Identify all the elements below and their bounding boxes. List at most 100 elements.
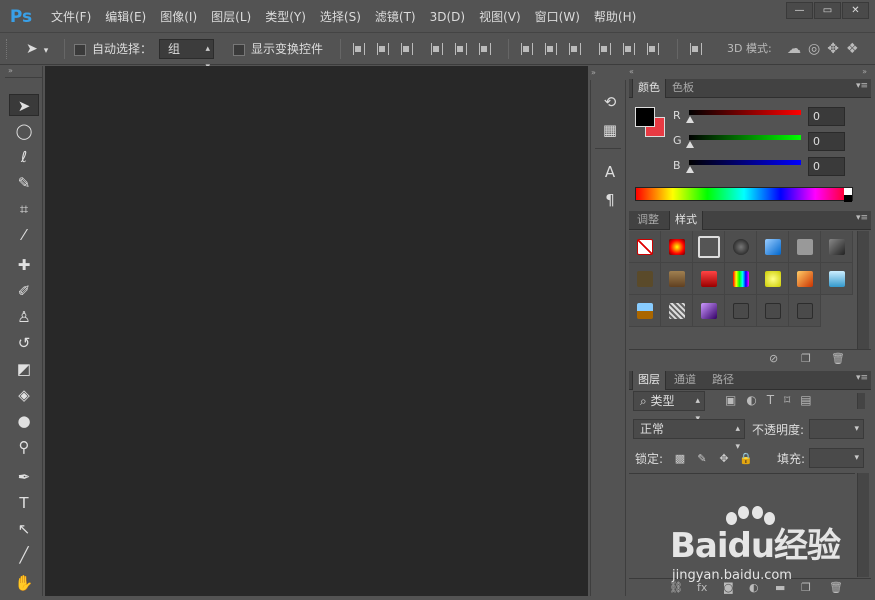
tab-channels[interactable]: 通道 [669,371,701,390]
dodge-tool-icon[interactable]: ⚲ [9,436,39,458]
align-right-icon[interactable] [476,41,492,57]
menu-window[interactable]: 窗口(W) [528,6,587,28]
style-swatch[interactable] [757,231,789,263]
tab-layers[interactable]: 图层 [632,371,666,390]
style-swatch-none[interactable] [629,231,661,263]
style-swatch[interactable] [789,263,821,295]
r-slider-thumb[interactable] [686,116,694,123]
lock-transparent-icon[interactable]: ▩ [673,452,687,466]
align-vcenter-icon[interactable] [374,41,390,57]
lasso-tool-icon[interactable]: ℓ [9,146,39,168]
menu-file[interactable]: 文件(F) [44,6,98,28]
g-slider-thumb[interactable] [686,141,694,148]
restore-button[interactable]: ▭ [814,2,841,19]
menu-filter[interactable]: 滤镜(T) [368,6,423,28]
layer-filter-icons[interactable]: ▣◐T⌑▤ [725,393,822,407]
panel-menu-icon[interactable]: ▾≡ [856,81,868,91]
dock-collapse-icon[interactable]: « [629,66,634,78]
style-swatch[interactable] [821,263,853,295]
menu-3d[interactable]: 3D(D) [423,6,472,28]
lock-image-icon[interactable]: ✎ [695,452,709,466]
history-brush-tool-icon[interactable]: ↺ [9,332,39,354]
style-swatch[interactable] [757,263,789,295]
show-transform-checkbox[interactable] [233,43,245,56]
eraser-tool-icon[interactable]: ◩ [9,358,39,380]
style-swatch[interactable] [789,231,821,263]
menu-select[interactable]: 选择(S) [313,6,368,28]
opacity-input[interactable]: ▾ [809,419,864,439]
foreground-color-swatch[interactable] [635,107,655,127]
menu-help[interactable]: 帮助(H) [587,6,643,28]
align-top-icon[interactable] [350,41,366,57]
paragraph-panel-icon[interactable]: ¶ [600,190,620,210]
dock-expand-icon[interactable]: » [862,66,867,78]
distribute-bottom-icon[interactable] [566,41,582,57]
eyedropper-tool-icon[interactable]: ⁄ [9,224,39,246]
history-panel-icon[interactable]: ⟲ [600,92,620,112]
tab-swatches[interactable]: 色板 [667,79,699,98]
tab-color[interactable]: 颜色 [632,79,666,98]
menu-image[interactable]: 图像(I) [153,6,204,28]
g-value-input[interactable]: 0 [808,132,845,151]
path-select-tool-icon[interactable]: ↖ [9,518,39,540]
lock-position-icon[interactable]: ✥ [717,452,731,466]
style-swatch[interactable] [757,295,789,327]
character-panel-icon[interactable]: A [600,162,620,182]
distribute-top-icon[interactable] [518,41,534,57]
blur-tool-icon[interactable]: ● [9,410,39,432]
style-swatch[interactable] [725,263,757,295]
style-swatch[interactable] [661,263,693,295]
g-slider-track[interactable] [689,135,801,140]
distribute-hcenter-icon[interactable] [620,41,636,57]
align-left-icon[interactable] [428,41,444,57]
tab-adjustments[interactable]: 调整 [632,211,664,230]
menu-layer[interactable]: 图层(L) [204,6,258,28]
lock-all-icon[interactable]: 🔒 [739,452,753,466]
align-hcenter-icon[interactable] [452,41,468,57]
menu-view[interactable]: 视图(V) [472,6,528,28]
crop-tool-icon[interactable]: ⌗ [9,198,39,220]
stamp-tool-icon[interactable]: ♙ [9,306,39,328]
3d-mode-icons[interactable]: ☁◎✥❖ [787,40,866,58]
style-swatch[interactable] [725,295,757,327]
document-canvas[interactable] [45,66,588,596]
pen-tool-icon[interactable]: ✒ [9,466,39,488]
quick-select-tool-icon[interactable]: ✎ [9,172,39,194]
black-white-swatch[interactable] [844,188,852,202]
panel-menu-icon[interactable]: ▾≡ [856,373,868,383]
b-value-input[interactable]: 0 [808,157,845,176]
r-slider-track[interactable] [689,110,801,115]
options-grip[interactable] [6,39,9,59]
toolbar-collapse-icon[interactable]: » [5,66,42,78]
auto-select-checkbox[interactable] [74,43,86,56]
style-swatch[interactable] [629,295,661,327]
clear-style-icon[interactable]: ⊘ [769,352,778,365]
distribute-vcenter-icon[interactable] [542,41,558,57]
style-swatch[interactable] [789,295,821,327]
tab-paths[interactable]: 路径 [707,371,739,390]
style-swatch[interactable] [693,231,725,263]
color-spectrum-bar[interactable] [635,187,853,202]
filter-toggle[interactable] [857,393,865,409]
distribute-left-icon[interactable] [596,41,612,57]
hand-tool-icon[interactable]: ✋ [9,572,39,594]
style-swatch[interactable] [693,263,725,295]
fill-input[interactable]: ▾ [809,448,864,468]
layer-filter-select[interactable]: ⌕ 类型 ▴▾ [633,391,705,424]
layers-scrollbar[interactable] [857,473,869,577]
new-style-icon[interactable]: ❐ [801,352,811,365]
style-swatch[interactable] [629,263,661,295]
style-swatch[interactable] [693,295,725,327]
menu-edit[interactable]: 编辑(E) [98,6,153,28]
strip-collapse-icon[interactable]: » [591,68,596,77]
align-bottom-icon[interactable] [398,41,414,57]
delete-style-icon[interactable]: 🗑 [831,352,845,365]
properties-panel-icon[interactable]: ▦ [600,120,620,140]
paint-bucket-tool-icon[interactable]: ◈ [9,384,39,406]
tab-styles[interactable]: 样式 [669,211,703,230]
blend-mode-select[interactable]: 正常 ▴ ▾ [633,419,745,452]
minimize-button[interactable]: — [786,2,813,19]
marquee-tool-icon[interactable]: ◯ [9,120,39,142]
style-swatch[interactable] [661,231,693,263]
style-swatch[interactable] [661,295,693,327]
